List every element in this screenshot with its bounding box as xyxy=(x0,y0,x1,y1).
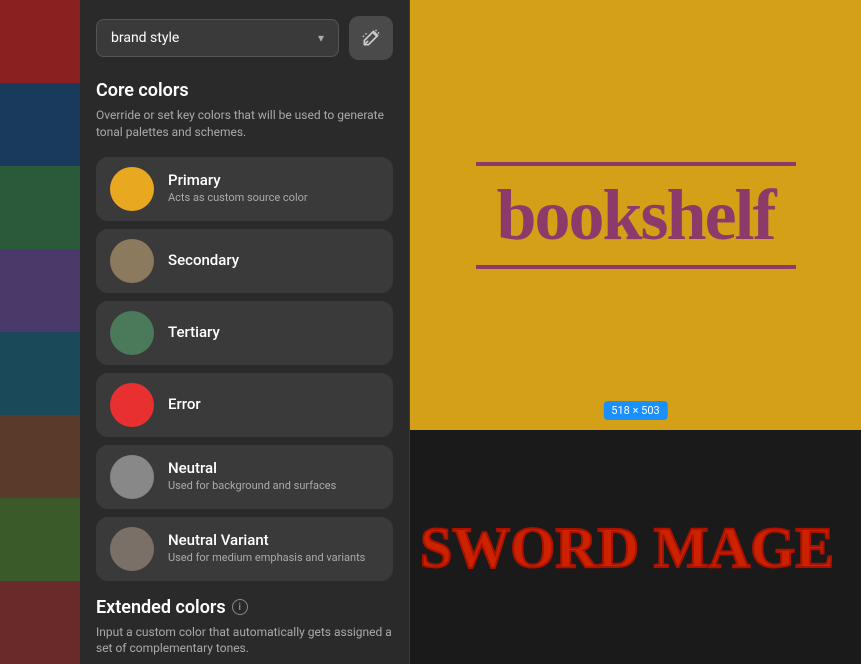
error-swatch xyxy=(110,383,154,427)
neutral-variant-swatch xyxy=(110,527,154,571)
primary-name: Primary xyxy=(168,171,379,189)
dropdown-label: brand style xyxy=(111,30,179,46)
secondary-name: Secondary xyxy=(168,251,379,269)
color-item-primary[interactable]: Primary Acts as custom source color xyxy=(96,157,393,221)
neutral-name: Neutral xyxy=(168,459,379,477)
tertiary-swatch xyxy=(110,311,154,355)
bookshelf-brand-text: bookshelf xyxy=(476,174,796,257)
book-spine xyxy=(0,415,80,498)
tertiary-info: Tertiary xyxy=(168,323,379,343)
tertiary-name: Tertiary xyxy=(168,323,379,341)
color-panel: brand style ▾ Core colors Override or se… xyxy=(80,0,410,664)
magic-button[interactable] xyxy=(349,16,393,60)
primary-swatch xyxy=(110,167,154,211)
toolbar: brand style ▾ xyxy=(96,16,393,60)
neutral-variant-desc: Used for medium emphasis and variants xyxy=(168,551,379,565)
info-icon[interactable]: i xyxy=(232,599,248,615)
bookshelf-top-line xyxy=(476,162,796,166)
book-spine xyxy=(0,83,80,166)
book-spine xyxy=(0,0,80,83)
extended-colors-title: Extended colors i xyxy=(96,597,393,618)
book-spine xyxy=(0,581,80,664)
bookshelf-logo: bookshelf xyxy=(476,162,796,269)
bookshelf-bottom-line xyxy=(476,265,796,269)
book-spine-panel xyxy=(0,0,80,664)
book-spine xyxy=(0,249,80,332)
neutral-variant-info: Neutral Variant Used for medium emphasis… xyxy=(168,531,379,565)
secondary-swatch xyxy=(110,239,154,283)
color-item-tertiary[interactable]: Tertiary xyxy=(96,301,393,365)
color-item-neutral[interactable]: Neutral Used for background and surfaces xyxy=(96,445,393,509)
extended-colors-desc: Input a custom color that automatically … xyxy=(96,624,393,658)
book-spine xyxy=(0,166,80,249)
neutral-desc: Used for background and surfaces xyxy=(168,479,379,493)
core-colors-desc: Override or set key colors that will be … xyxy=(96,107,393,141)
neutral-variant-name: Neutral Variant xyxy=(168,531,379,549)
secondary-info: Secondary xyxy=(168,251,379,271)
magic-wand-icon xyxy=(361,28,381,48)
right-panel: bookshelf 518 × 503 SWORD MAGE xyxy=(410,0,861,664)
size-badge: 518 × 503 xyxy=(603,401,667,420)
color-item-error[interactable]: Error xyxy=(96,373,393,437)
color-item-secondary[interactable]: Secondary xyxy=(96,229,393,293)
primary-info: Primary Acts as custom source color xyxy=(168,171,379,205)
core-colors-title: Core colors xyxy=(96,80,393,101)
chevron-down-icon: ▾ xyxy=(318,31,324,45)
extended-title-label: Extended colors xyxy=(96,597,226,618)
neutral-swatch xyxy=(110,455,154,499)
book-spine xyxy=(0,498,80,581)
preview-bottom: SWORD MAGE xyxy=(410,430,861,664)
brand-style-dropdown[interactable]: brand style ▾ xyxy=(96,19,339,57)
color-item-neutral-variant[interactable]: Neutral Variant Used for medium emphasis… xyxy=(96,517,393,581)
preview-top: bookshelf 518 × 503 xyxy=(410,0,861,430)
error-info: Error xyxy=(168,395,379,415)
book-spine xyxy=(0,332,80,415)
sword-mage-text: SWORD MAGE xyxy=(420,514,834,581)
neutral-info: Neutral Used for background and surfaces xyxy=(168,459,379,493)
error-name: Error xyxy=(168,395,379,413)
primary-desc: Acts as custom source color xyxy=(168,191,379,205)
